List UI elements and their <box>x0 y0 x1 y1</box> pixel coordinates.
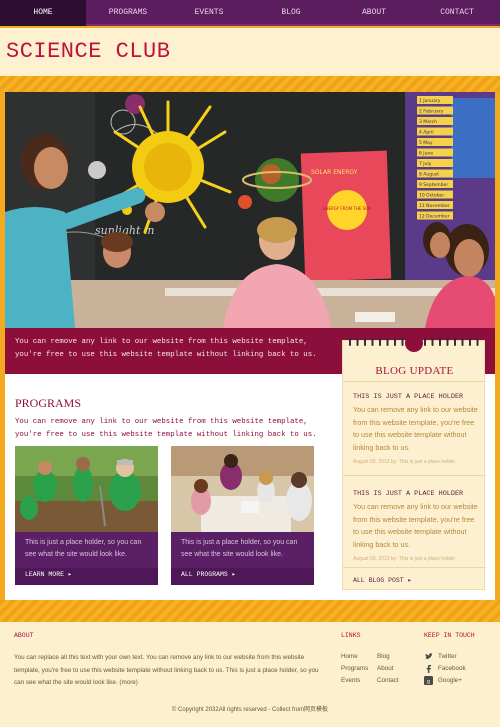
spiral-ring <box>431 337 434 346</box>
footer-link-programs[interactable]: Programs <box>341 665 368 672</box>
nav-programs[interactable]: PROGRAMS <box>86 0 170 26</box>
all-programs-link[interactable]: ALL PROGRAMS ▸ <box>181 570 236 578</box>
month-label: 12 December <box>419 214 450 220</box>
copyright: © Copyright 2032All rights reserved - Co… <box>171 707 329 713</box>
month-label: 1 January <box>419 98 441 104</box>
footer-link-blog[interactable]: Blog <box>377 653 390 660</box>
blog-post-title[interactable]: THIS IS JUST A PLACE HOLDER <box>353 393 463 401</box>
spiral-ring <box>349 337 351 346</box>
spiral-ring <box>439 337 441 346</box>
program-card-1[interactable]: This is just a place holder, so you can … <box>15 446 158 585</box>
programs-text: You can remove any link to our website f… <box>15 418 317 439</box>
footer-about-text: You can replace all this text with your … <box>14 654 319 686</box>
footer-link-events[interactable]: Events <box>341 677 360 684</box>
site-title[interactable]: SCIENCE CLUB <box>6 39 170 64</box>
divider <box>343 567 486 568</box>
svg-text:g: g <box>427 679 430 685</box>
pin-icon <box>405 334 423 352</box>
blog-post-title[interactable]: THIS IS JUST A PLACE HOLDER <box>353 490 463 498</box>
spiral-ring <box>394 337 396 346</box>
facebook-link[interactable]: Facebook <box>438 665 466 672</box>
spiral-ring <box>379 337 381 346</box>
hero-image: sunlight in 1 January 2 February 3 March 4 … <box>5 92 495 328</box>
footer-about-heading: ABOUT <box>14 632 34 639</box>
program-card-2[interactable]: This is just a place holder, so you can … <box>171 446 314 585</box>
learn-more-link[interactable]: LEARN MORE ▸ <box>25 570 72 578</box>
footer: ABOUT You can replace all this text with… <box>0 622 500 727</box>
blog-post-body: You can remove any link to our website f… <box>353 502 478 549</box>
footer-link-about[interactable]: About <box>377 665 393 672</box>
google-plus-link[interactable]: Google+ <box>438 677 462 684</box>
blog-title: BLOG UPDATE <box>375 365 454 377</box>
programs-title: PROGRAMS <box>15 396 82 410</box>
nav-contact[interactable]: CONTACT <box>414 0 500 26</box>
month-label: 2 February <box>419 109 444 115</box>
month-label: 8 August <box>419 172 439 178</box>
divider <box>343 475 486 476</box>
twitter-icon[interactable] <box>424 652 433 661</box>
spiral-ring <box>469 337 471 346</box>
google-plus-icon[interactable]: g <box>424 676 433 685</box>
facebook-icon[interactable] <box>424 664 433 673</box>
decorative-band <box>0 600 500 622</box>
footer-link-contact[interactable]: Contact <box>377 677 399 684</box>
blog-update-panel: BLOG UPDATE THIS IS JUST A PLACE HOLDER … <box>342 334 486 590</box>
program-photo-garden <box>15 446 158 532</box>
spiral-ring <box>454 337 456 346</box>
spiral-ring <box>356 337 359 346</box>
main-content: sunlight in 1 January 2 February 3 March 4 … <box>5 92 495 600</box>
nav-about[interactable]: ABOUT <box>334 0 414 26</box>
hero-caption: You can remove any link to our website f… <box>15 338 317 359</box>
nav-blog[interactable]: BLOG <box>248 0 334 26</box>
month-label: 9 September <box>419 182 448 188</box>
divider <box>343 381 486 382</box>
nav-events[interactable]: EVENTS <box>170 0 248 26</box>
month-label: 5 May <box>419 140 433 146</box>
decorative-band <box>0 76 500 92</box>
footer-social-heading: KEEP IN TOUCH <box>424 632 475 639</box>
poster-title: SOLAR ENERGY <box>311 169 358 176</box>
header: SCIENCE CLUB <box>0 28 500 76</box>
month-label: 4 April <box>419 130 434 136</box>
all-blog-post-link[interactable]: ALL BLOG POST ▸ <box>353 576 412 584</box>
month-label: 6 June <box>419 151 433 157</box>
blog-post-meta: August 00, 2012 by: This is just a place… <box>353 459 456 465</box>
footer-link-home[interactable]: Home <box>341 653 358 660</box>
blog-post-body: You can remove any link to our website f… <box>353 405 478 452</box>
footer-links-heading: LINKS <box>341 632 361 639</box>
spiral-ring <box>364 337 366 346</box>
spiral-ring <box>424 337 426 346</box>
top-nav: HOME PROGRAMS EVENTS BLOG ABOUT CONTACT <box>0 0 500 26</box>
spiral-ring <box>476 337 479 346</box>
month-label: 10 October <box>419 193 444 199</box>
poster-sub: ENERGY FROM THE SUN <box>323 206 371 211</box>
month-label: 11 November <box>419 203 450 209</box>
spiral-ring <box>461 337 464 346</box>
program-photo-classroom <box>171 446 314 532</box>
program-card-text: This is just a place holder, so you can … <box>15 532 158 568</box>
nav-home[interactable]: HOME <box>0 0 86 26</box>
spiral-ring <box>386 337 389 346</box>
spiral-ring <box>446 337 449 346</box>
twitter-link[interactable]: Twitter <box>438 653 457 660</box>
spiral-ring <box>371 337 374 346</box>
program-card-text: This is just a place holder, so you can … <box>171 532 314 568</box>
month-label: 7 July <box>419 161 432 167</box>
month-label: 3 March <box>419 119 437 125</box>
blog-post-meta: August 00, 2012 by: This is just a place… <box>353 556 456 562</box>
